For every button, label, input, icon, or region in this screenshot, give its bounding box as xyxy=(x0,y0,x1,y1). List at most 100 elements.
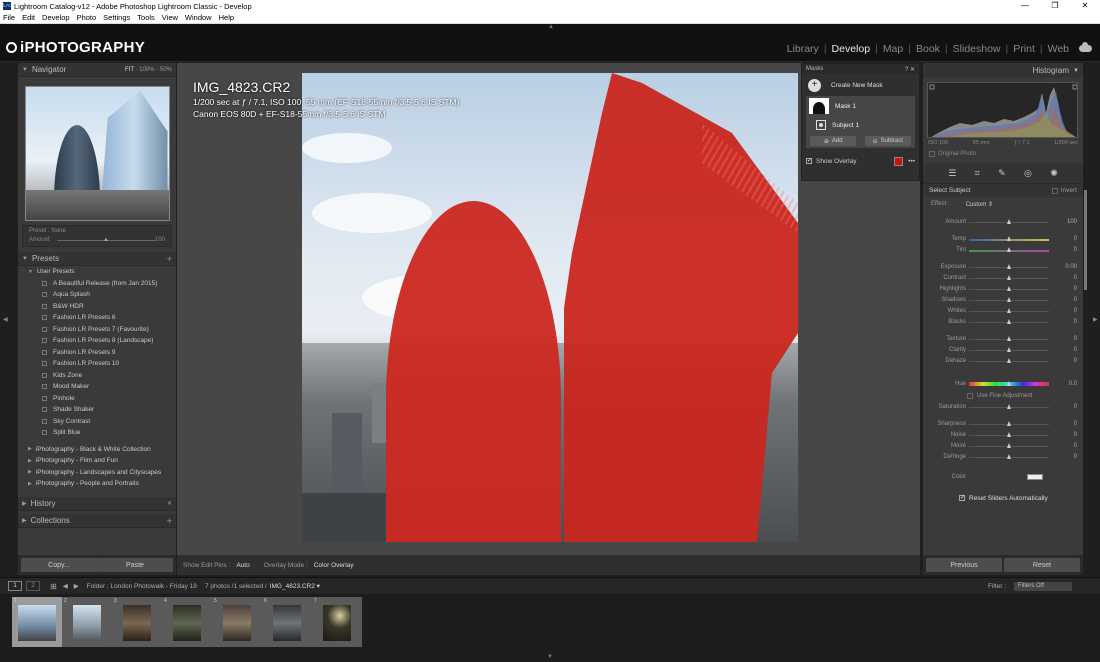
more-options-icon[interactable]: ••• xyxy=(908,158,915,165)
module-book[interactable]: Book xyxy=(911,43,945,55)
preset-item[interactable]: Aqua Splash xyxy=(18,289,176,301)
preset-group-user[interactable]: ▼ User Presets xyxy=(18,266,176,278)
preset-item[interactable]: Split Blue xyxy=(18,427,176,439)
hue-slider-knob[interactable] xyxy=(1006,381,1011,386)
clarity-slider-knob[interactable] xyxy=(1006,347,1011,352)
defringe-slider-knob[interactable] xyxy=(1006,454,1011,459)
overlay-mode-dropdown[interactable]: Color Overlay xyxy=(314,562,354,569)
shadows-slider-knob[interactable] xyxy=(1006,297,1011,302)
histogram-graph[interactable] xyxy=(927,82,1078,138)
preset-item[interactable]: Mood Maker xyxy=(18,381,176,393)
module-develop[interactable]: Develop xyxy=(827,43,876,55)
preset-item[interactable]: Pinhole xyxy=(18,393,176,405)
presets-header[interactable]: ▼ Presets + xyxy=(18,252,176,266)
previous-arrow-icon[interactable]: ◀ xyxy=(63,582,68,590)
zoom-100[interactable]: 100% xyxy=(139,67,154,73)
temp-slider-knob[interactable] xyxy=(1006,236,1011,241)
preset-item[interactable]: Kids Zone xyxy=(18,370,176,382)
preset-item[interactable]: B&W HDR xyxy=(18,301,176,313)
invert-toggle[interactable]: Invert xyxy=(1051,187,1077,194)
moir-slider-knob[interactable] xyxy=(1006,443,1011,448)
preset-item[interactable]: Shade Shaker xyxy=(18,404,176,416)
add-preset-icon[interactable]: + xyxy=(167,254,172,264)
original-photo-toggle[interactable]: Original Photo xyxy=(923,148,1083,159)
filmstrip-thumb[interactable]: 3 xyxy=(112,597,162,647)
effect-dropdown[interactable]: Custom ⇕ xyxy=(966,201,993,208)
collapse-top-panel-icon[interactable]: ▲ xyxy=(548,24,554,30)
histogram-header[interactable]: Histogram ▼ xyxy=(923,63,1083,78)
module-map[interactable]: Map xyxy=(878,43,908,55)
sharpness-slider-knob[interactable] xyxy=(1006,421,1011,426)
color-swatch[interactable] xyxy=(1027,474,1043,480)
second-window-button[interactable]: 2 xyxy=(26,581,40,591)
reset-sliders-toggle[interactable]: ✓ Reset Sliders Automatically xyxy=(923,491,1083,505)
dehaze-slider-knob[interactable] xyxy=(1006,358,1011,363)
overlay-color-swatch[interactable] xyxy=(894,156,903,166)
main-window-button[interactable]: 1 xyxy=(8,581,22,591)
highlights-slider-knob[interactable] xyxy=(1006,286,1011,291)
cloud-sync-icon[interactable] xyxy=(1079,42,1092,52)
edit-pins-dropdown[interactable]: Auto xyxy=(236,562,249,569)
filmstrip-thumb[interactable]: 2 xyxy=(62,597,112,647)
minimize-button[interactable]: — xyxy=(1010,0,1040,12)
previous-button[interactable]: Previous xyxy=(926,558,1002,572)
noise-slider-knob[interactable] xyxy=(1006,432,1011,437)
mask-item[interactable]: Mask 1 xyxy=(806,96,915,116)
preset-item[interactable]: Fashion LR Presets 8 (Landscape) xyxy=(18,335,176,347)
add-mask-button[interactable]: ⊕ Add xyxy=(810,136,857,146)
masks-close-icon[interactable]: ✕ xyxy=(910,67,915,73)
menu-window[interactable]: Window xyxy=(185,13,212,22)
texture-slider-knob[interactable] xyxy=(1006,336,1011,341)
mask-component-item[interactable]: Subject 1 xyxy=(806,116,915,134)
filmstrip-thumb[interactable]: 1 xyxy=(12,597,62,647)
module-library[interactable]: Library xyxy=(782,43,824,55)
whites-slider-knob[interactable] xyxy=(1006,308,1011,313)
amount-slider-knob[interactable]: ▲ xyxy=(103,237,109,243)
zoom-50[interactable]: 50% xyxy=(160,67,172,73)
history-header[interactable]: ▶ History ✕ xyxy=(18,497,176,511)
preset-item[interactable]: Sky Contrast xyxy=(18,416,176,428)
saturation-slider-knob[interactable] xyxy=(1006,404,1011,409)
masking-icon[interactable]: ✺ xyxy=(1050,168,1058,179)
preset-value[interactable]: None xyxy=(51,228,65,234)
module-print[interactable]: Print xyxy=(1008,43,1040,55)
original-photo-checkbox[interactable] xyxy=(929,150,935,157)
menu-edit[interactable]: Edit xyxy=(22,13,35,22)
main-photo[interactable] xyxy=(302,73,798,542)
grid-view-icon[interactable]: ⊞ xyxy=(50,582,57,591)
filter-dropdown[interactable]: Filters Off xyxy=(1014,581,1072,591)
current-file-dropdown[interactable]: IMG_4823.CR2 ▾ xyxy=(270,582,320,590)
close-button[interactable]: ✕ xyxy=(1070,0,1100,12)
preset-group[interactable]: ▶ iPhotography - Film and Fun xyxy=(18,455,176,467)
preset-item[interactable]: Fashion LR Presets 6 xyxy=(18,312,176,324)
show-overlay-checkbox[interactable]: ✓ xyxy=(806,158,812,164)
copy-button[interactable]: Copy... xyxy=(21,558,97,572)
amount-slider-knob[interactable] xyxy=(1006,219,1011,224)
collections-header[interactable]: ▶ Collections + xyxy=(18,514,176,528)
invert-checkbox[interactable] xyxy=(1051,187,1058,194)
highlight-clipping-icon[interactable] xyxy=(1072,84,1077,90)
next-arrow-icon[interactable]: ▶ xyxy=(74,582,79,590)
filmstrip-thumb[interactable]: 4 xyxy=(162,597,212,647)
crop-icon[interactable]: ⌗ xyxy=(975,168,980,179)
preset-item[interactable]: Fashion LR Presets 9 xyxy=(18,347,176,359)
navigator-header[interactable]: ▼ Navigator FIT · 100% · 50% xyxy=(18,63,176,77)
menu-tools[interactable]: Tools xyxy=(137,13,155,22)
module-web[interactable]: Web xyxy=(1043,43,1074,55)
masks-panel-header[interactable]: Masks ? ✕ xyxy=(802,64,919,74)
fine-adjustment-checkbox[interactable] xyxy=(967,393,973,399)
reset-sliders-checkbox[interactable]: ✓ xyxy=(959,495,965,501)
fine-adjustment-toggle[interactable]: Use Fine Adjustment xyxy=(923,390,1083,402)
navigator-preview[interactable] xyxy=(24,86,170,221)
clear-history-icon[interactable]: ✕ xyxy=(167,500,172,507)
red-eye-icon[interactable]: ◎ xyxy=(1024,168,1032,179)
module-slideshow[interactable]: Slideshow xyxy=(948,43,1006,55)
create-new-mask-button[interactable]: + Create New Mask xyxy=(802,74,919,96)
maximize-button[interactable]: ❐ xyxy=(1040,0,1070,12)
collapse-left-panel-icon[interactable]: ◀ xyxy=(3,316,8,323)
menu-settings[interactable]: Settings xyxy=(103,13,130,22)
menu-file[interactable]: File xyxy=(3,13,15,22)
filmstrip-thumb[interactable]: 7 xyxy=(312,597,362,647)
paste-button[interactable]: Paste xyxy=(97,558,173,572)
folder-path[interactable]: Folder : London Photowalk - Friday 18 xyxy=(87,583,197,590)
